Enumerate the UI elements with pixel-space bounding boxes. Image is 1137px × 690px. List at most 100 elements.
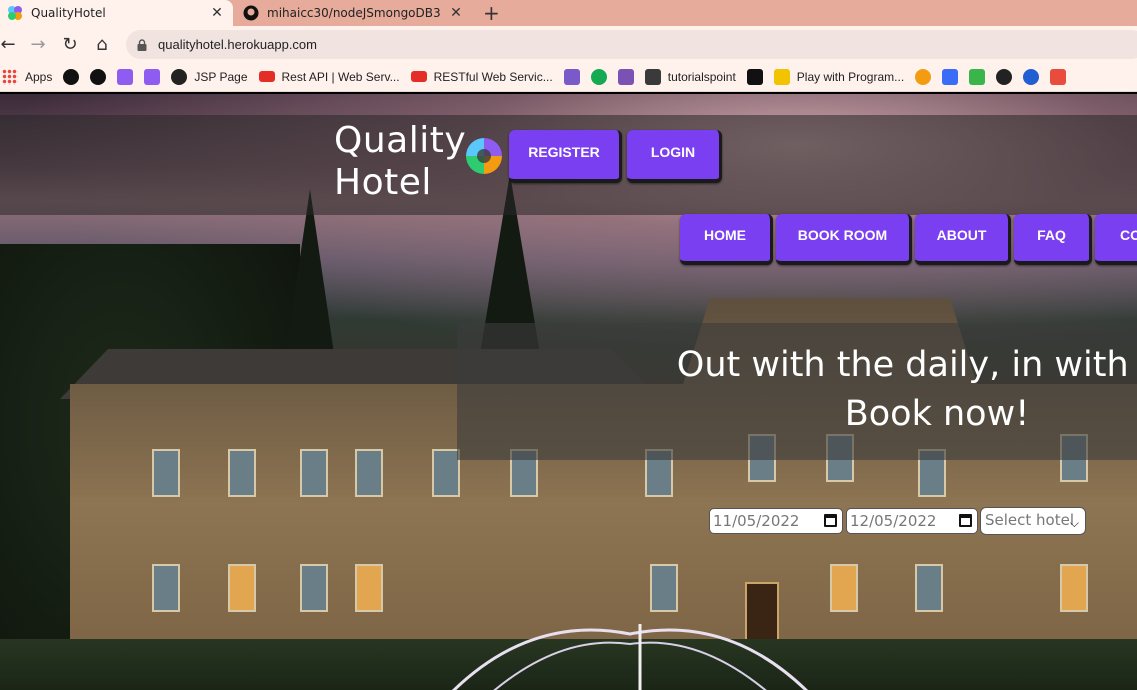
back-arrow-icon[interactable]: ← — [0, 32, 20, 56]
address-bar[interactable]: qualityhotel.herokuapp.com — [126, 30, 1137, 59]
tab-github-repo[interactable]: mihaicc30/nodeJSmongoDB3 ✕ — [236, 0, 472, 26]
nav-about[interactable]: ABOUT — [915, 214, 1011, 265]
building-window — [355, 449, 383, 497]
bookmark-item[interactable] — [617, 67, 634, 87]
webflow-icon — [942, 68, 959, 85]
browser-toolbar: ← → ↻ ⌂ qualityhotel.herokuapp.com — [0, 26, 1137, 62]
building-window — [152, 449, 180, 497]
bookmark-item[interactable] — [969, 67, 986, 87]
building-window — [300, 564, 328, 612]
bookmark-item[interactable]: Apps — [2, 67, 52, 87]
hotel-logo-icon — [8, 6, 22, 20]
bookmark-item[interactable] — [915, 67, 932, 87]
hotel-select-value: Select hotel — [985, 511, 1075, 529]
play-program-icon — [773, 68, 790, 85]
hotel-logo-icon — [466, 138, 502, 174]
bookmark-item[interactable] — [563, 67, 580, 87]
tab-qualityhotel[interactable]: QualityHotel ✕ — [0, 0, 233, 26]
bookmark-item[interactable] — [746, 67, 763, 87]
hero-heading: Out with the daily, in with the Book now… — [627, 341, 1137, 439]
logo-line-2: Hotel — [334, 162, 432, 203]
green-square-icon — [969, 68, 986, 85]
github-icon — [63, 68, 80, 85]
nav-contact[interactable]: CO — [1095, 214, 1137, 265]
youtube-icon — [258, 71, 275, 82]
building-window — [1060, 564, 1088, 612]
bookmark-label: JSP Page — [194, 69, 248, 84]
browser-tab-strip: QualityHotel ✕ mihaicc30/nodeJSmongoDB3 … — [0, 0, 1137, 26]
tab-title: mihaicc30/nodeJSmongoDB3 — [267, 6, 441, 20]
hero-line-2: Book now! — [844, 394, 1030, 434]
checkin-date-input[interactable]: 11/05/2022 — [709, 508, 843, 534]
calendar-badge-icon — [1050, 68, 1067, 85]
nav-faq[interactable]: FAQ — [1014, 214, 1092, 265]
checkin-date-value: 11/05/2022 — [713, 512, 800, 530]
hotel-logo-icon — [117, 68, 134, 85]
tutorialspoint-icon — [644, 68, 661, 85]
building-window — [228, 564, 256, 612]
background-fountain — [452, 624, 808, 690]
heroku-icon — [563, 68, 580, 85]
close-tab-icon[interactable]: ✕ — [207, 5, 227, 21]
building-window — [650, 564, 678, 612]
building-window — [152, 564, 180, 612]
youtube-icon — [410, 71, 427, 82]
bookmark-item[interactable] — [90, 67, 107, 87]
bookmark-label: Rest API | Web Serv... — [281, 69, 400, 84]
new-tab-button[interactable]: + — [483, 0, 500, 26]
notion-n-icon — [746, 68, 763, 85]
building-window — [432, 449, 460, 497]
home-icon[interactable]: ⌂ — [90, 32, 114, 56]
nav-home[interactable]: HOME — [680, 214, 773, 265]
bookmark-item[interactable] — [942, 67, 959, 87]
bookmark-item[interactable]: tutorialspoint — [644, 67, 736, 87]
logo-line-1: Quality — [334, 120, 467, 161]
bookmark-item[interactable] — [590, 67, 607, 87]
github-icon — [243, 5, 259, 21]
close-tab-icon[interactable]: ✕ — [446, 5, 466, 21]
github-icon — [90, 68, 107, 85]
chevron-down-icon: ⌵ — [1069, 516, 1079, 530]
bookmark-item[interactable] — [117, 67, 134, 87]
bookmark-item[interactable] — [1023, 67, 1040, 87]
site-logo-text[interactable]: Quality Hotel — [334, 120, 474, 204]
globe-icon — [996, 68, 1013, 85]
bookmark-label: RESTful Web Servic... — [433, 69, 553, 84]
building-window — [830, 564, 858, 612]
url-text: qualityhotel.herokuapp.com — [158, 37, 317, 52]
bookmark-item[interactable] — [1050, 67, 1067, 87]
calendar-icon[interactable] — [959, 514, 972, 527]
building-window — [300, 449, 328, 497]
bookmark-item[interactable]: Play with Program... — [773, 67, 905, 87]
calendar-icon[interactable] — [824, 514, 837, 527]
bookmark-item[interactable] — [63, 67, 80, 87]
blue-circle-icon — [1023, 68, 1040, 85]
hotel-select[interactable]: Select hotel ⌵ — [980, 507, 1086, 535]
bookmarks-bar: Apps JSP Page Rest API | Web Serv... RESTfu… — [0, 62, 1137, 92]
hotel-logo-icon — [144, 68, 161, 85]
ring-icon — [915, 68, 932, 85]
bookmark-item[interactable] — [996, 67, 1013, 87]
hero-line-1: Out with the daily, in with the — [676, 345, 1137, 385]
mongodb-icon — [590, 68, 607, 85]
login-button[interactable]: LOGIN — [627, 130, 722, 183]
bookmark-label: tutorialspoint — [667, 69, 736, 84]
bookmark-label: Play with Program... — [796, 69, 905, 84]
checkout-date-input[interactable]: 12/05/2022 — [846, 508, 978, 534]
hotel-landing-page: Quality Hotel REGISTER LOGIN HOME BOOK R… — [0, 94, 1137, 690]
bookmark-item[interactable]: RESTful Web Servic... — [410, 67, 553, 87]
bookmark-item[interactable]: Rest API | Web Serv... — [258, 67, 400, 87]
bookmark-item[interactable] — [144, 67, 161, 87]
checkout-date-value: 12/05/2022 — [850, 512, 937, 530]
globe-icon — [171, 68, 188, 85]
tab-title: QualityHotel — [31, 6, 106, 20]
building-window — [355, 564, 383, 612]
building-window — [228, 449, 256, 497]
nav-book-room[interactable]: BOOK ROOM — [776, 214, 912, 265]
bootstrap-icon — [617, 68, 634, 85]
building-window — [915, 564, 943, 612]
bookmark-item[interactable]: JSP Page — [171, 67, 248, 87]
reload-icon[interactable]: ↻ — [58, 32, 82, 56]
forward-arrow-icon[interactable]: → — [26, 32, 50, 56]
register-button[interactable]: REGISTER — [509, 130, 622, 183]
